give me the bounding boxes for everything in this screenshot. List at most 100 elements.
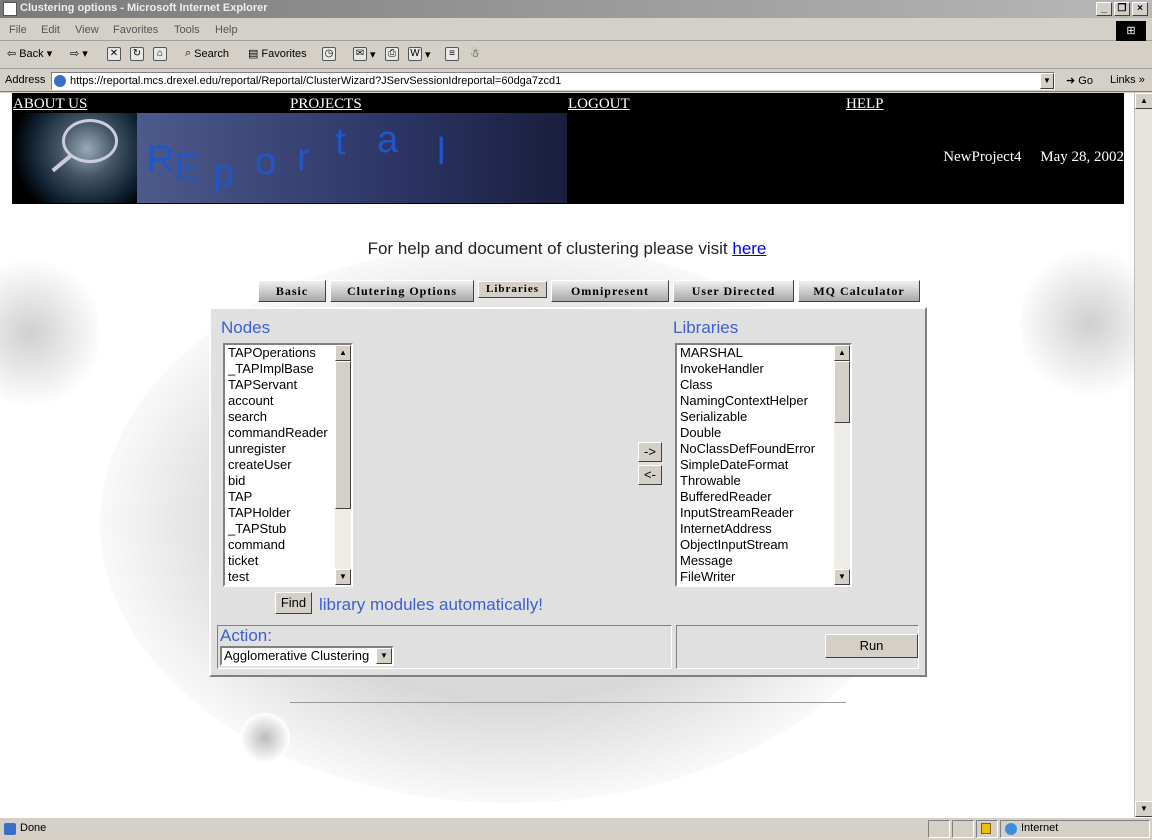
list-item[interactable]: _TAPImplBase: [225, 361, 351, 377]
about-us-link[interactable]: ABOUT US: [13, 96, 87, 113]
tab-clustering-options[interactable]: Clutering Options: [330, 280, 474, 302]
tab-libraries[interactable]: Libraries: [478, 281, 547, 298]
menu-view[interactable]: View: [75, 24, 99, 36]
list-item[interactable]: ticket: [225, 553, 351, 569]
move-right-button[interactable]: ->: [638, 442, 662, 462]
menu-favorites[interactable]: Favorites: [113, 24, 158, 36]
favorites-label: Favorites: [261, 47, 307, 60]
chevron-down-icon[interactable]: ▼: [376, 648, 392, 664]
list-item[interactable]: TAPServant: [225, 377, 351, 393]
messenger-icon: ☃: [470, 48, 480, 60]
scroll-thumb[interactable]: [335, 361, 351, 509]
back-dropdown-icon[interactable]: ▾: [47, 47, 53, 60]
mail-button[interactable]: ✉ ▾: [353, 47, 376, 61]
logo-letter: l: [437, 131, 446, 173]
minimize-button[interactable]: _: [1096, 2, 1112, 16]
forward-dropdown-icon[interactable]: ▾: [82, 47, 88, 60]
back-button[interactable]: ⇦ Back ▾: [7, 47, 53, 61]
list-item[interactable]: Serializable: [677, 409, 850, 425]
list-item[interactable]: commandReader: [225, 425, 351, 441]
list-item[interactable]: createUser: [225, 457, 351, 473]
move-left-button[interactable]: <-: [638, 465, 662, 485]
close-button[interactable]: ×: [1132, 2, 1148, 16]
messenger-button[interactable]: ☃: [470, 47, 480, 60]
run-button[interactable]: Run: [825, 634, 918, 658]
list-item[interactable]: FileWriter: [677, 569, 850, 585]
history-button[interactable]: ◷: [322, 47, 336, 61]
tab-basic[interactable]: Basic: [258, 280, 326, 302]
list-item[interactable]: TAPHolder: [225, 505, 351, 521]
logo-letter: o: [255, 141, 277, 183]
help-text: For help and document of clustering plea…: [0, 239, 1134, 259]
projects-link[interactable]: PROJECTS: [290, 96, 362, 113]
list-item[interactable]: test: [225, 569, 351, 585]
menu-edit[interactable]: Edit: [41, 24, 60, 36]
project-info: NewProject4 May 28, 2002: [943, 149, 1124, 166]
list-item[interactable]: BufferedReader: [677, 489, 850, 505]
security-zone: Internet: [1021, 822, 1059, 834]
list-item[interactable]: MARSHAL: [677, 345, 850, 361]
background-shape-left: [0, 253, 100, 413]
scroll-thumb[interactable]: [834, 361, 850, 423]
nodes-listbox[interactable]: TAPOperations _TAPImplBase TAPServant accou…: [223, 343, 353, 587]
list-item[interactable]: InputStreamReader: [677, 505, 850, 521]
ie-icon: [3, 2, 17, 16]
list-item[interactable]: NoClassDefFoundError: [677, 441, 850, 457]
list-item[interactable]: search: [225, 409, 351, 425]
menu-tools[interactable]: Tools: [174, 24, 200, 36]
scroll-up-icon[interactable]: ▲: [1135, 93, 1152, 109]
menu-file[interactable]: File: [9, 24, 27, 36]
libraries-listbox[interactable]: MARSHAL InvokeHandler Class NamingContextHe…: [675, 343, 852, 587]
tab-omnipresent[interactable]: Omnipresent: [551, 280, 669, 302]
background-shape-bottom: [240, 713, 290, 763]
go-button[interactable]: ➜ Go: [1066, 74, 1093, 87]
discuss-button[interactable]: ≡: [445, 47, 459, 61]
list-item[interactable]: account: [225, 393, 351, 409]
list-item[interactable]: unregister: [225, 441, 351, 457]
list-item[interactable]: TAP: [225, 489, 351, 505]
scroll-down-icon[interactable]: ▼: [834, 569, 850, 585]
search-button[interactable]: ⌕ Search: [185, 47, 229, 60]
help-link[interactable]: HELP: [846, 96, 884, 113]
menu-help[interactable]: Help: [215, 24, 238, 36]
forward-button[interactable]: ⇨ ▾: [70, 47, 88, 60]
scroll-up-icon[interactable]: ▲: [335, 345, 351, 361]
help-here-link[interactable]: here: [732, 239, 766, 258]
tab-mq-calculator[interactable]: MQ Calculator: [798, 280, 920, 302]
list-item[interactable]: Message: [677, 553, 850, 569]
list-item[interactable]: InvokeHandler: [677, 361, 850, 377]
find-button[interactable]: Find: [275, 592, 312, 614]
url-input[interactable]: https://reportal.mcs.drexel.edu/reportal…: [51, 72, 1055, 90]
list-item[interactable]: InternetAddress: [677, 521, 850, 537]
list-item[interactable]: SimpleDateFormat: [677, 457, 850, 473]
page-scrollbar[interactable]: ▲ ▼: [1134, 93, 1152, 817]
list-item[interactable]: _TAPStub: [225, 521, 351, 537]
scroll-down-icon[interactable]: ▼: [1135, 801, 1152, 817]
logout-link[interactable]: LOGOUT: [568, 96, 630, 113]
list-item[interactable]: bid: [225, 473, 351, 489]
refresh-button[interactable]: ↻: [130, 47, 144, 61]
list-item[interactable]: Throwable: [677, 473, 850, 489]
stop-button[interactable]: ✕: [107, 47, 121, 61]
libraries-scrollbar[interactable]: ▲ ▼: [834, 345, 850, 585]
favorites-button[interactable]: ▤ Favorites: [248, 47, 307, 61]
list-item[interactable]: command: [225, 537, 351, 553]
tab-user-directed[interactable]: User Directed: [673, 280, 794, 302]
nodes-scrollbar[interactable]: ▲ ▼: [335, 345, 351, 585]
action-select[interactable]: Agglomerative Clustering ▼: [220, 646, 394, 666]
list-item[interactable]: Double: [677, 425, 850, 441]
back-arrow-icon: ⇦: [7, 48, 17, 60]
scroll-down-icon[interactable]: ▼: [335, 569, 351, 585]
scroll-up-icon[interactable]: ▲: [834, 345, 850, 361]
list-item[interactable]: TAPOperations: [225, 345, 351, 361]
restore-button[interactable]: ❐: [1114, 2, 1130, 16]
list-item[interactable]: Class: [677, 377, 850, 393]
address-bar: Address https://reportal.mcs.drexel.edu/…: [0, 70, 1152, 92]
address-dropdown-button[interactable]: ▼: [1040, 73, 1054, 89]
print-button[interactable]: ⎙: [385, 47, 399, 61]
list-item[interactable]: NamingContextHelper: [677, 393, 850, 409]
list-item[interactable]: ObjectInputStream: [677, 537, 850, 553]
links-button[interactable]: Links »: [1110, 74, 1145, 86]
home-button[interactable]: ⌂: [153, 47, 167, 61]
edit-button[interactable]: W ▾: [408, 47, 431, 61]
